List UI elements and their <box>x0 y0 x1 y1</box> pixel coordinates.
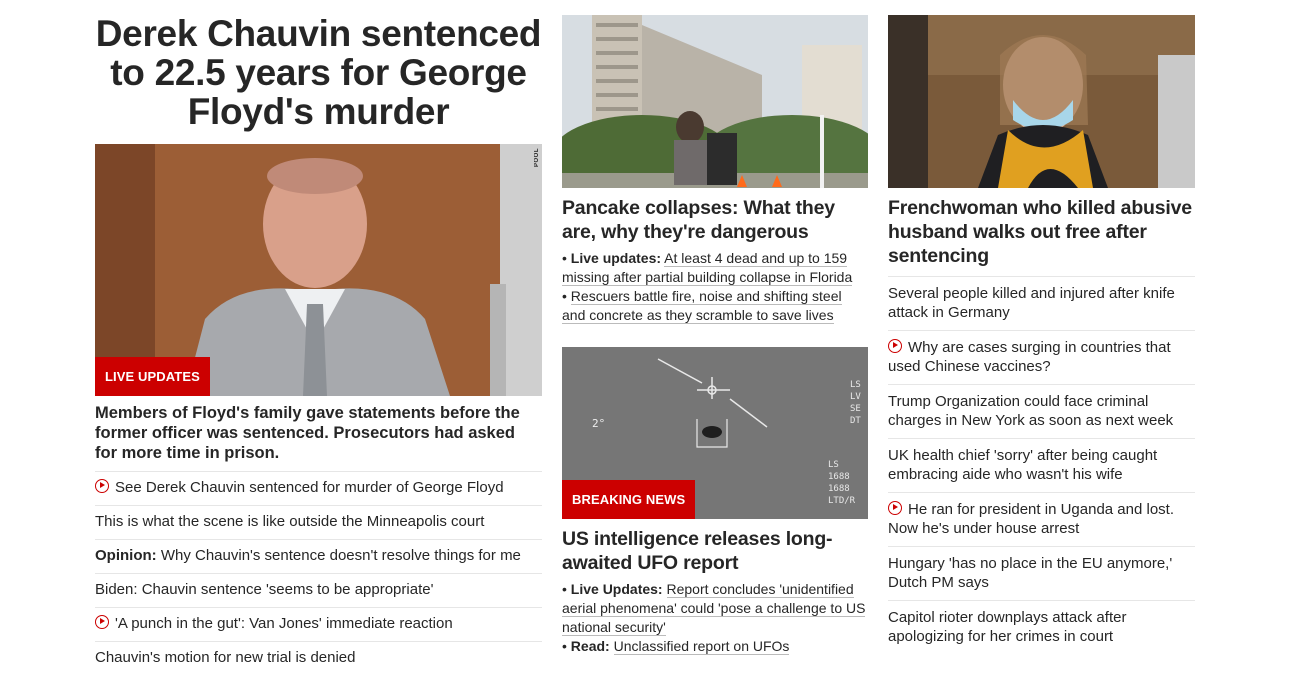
play-video-icon <box>888 501 902 515</box>
play-video-icon <box>95 479 109 493</box>
list-item[interactable]: UK health chief 'sorry' after being caug… <box>888 439 1195 493</box>
link-prefix: Opinion: <box>95 547 157 564</box>
link-text[interactable]: Hungary 'has no place in the EU anymore,… <box>888 555 1172 591</box>
svg-text:LS: LS <box>828 460 839 470</box>
bullet-prefix: Live Updates: <box>570 581 663 597</box>
link-text[interactable]: Why are cases surging in countries that … <box>888 339 1171 375</box>
play-video-icon <box>95 615 109 629</box>
link-text[interactable]: This is what the scene is like outside t… <box>95 513 484 530</box>
frenchwoman-photo-illustration <box>888 15 1195 188</box>
list-item[interactable]: • Live Updates: Report concludes 'uniden… <box>562 580 868 637</box>
lead-headline[interactable]: Derek Chauvin sentenced to 22.5 years fo… <box>95 14 542 131</box>
list-item[interactable]: Capitol rioter downplays attack after ap… <box>888 601 1195 654</box>
right-related-links: Several people killed and injured after … <box>888 276 1195 654</box>
list-item[interactable]: Chauvin's motion for new trial is denied <box>95 642 542 675</box>
link-text[interactable]: Capitol rioter downplays attack after ap… <box>888 609 1126 645</box>
list-item[interactable]: Why are cases surging in countries that … <box>888 331 1195 385</box>
svg-text:DT: DT <box>850 416 861 426</box>
svg-text:1688: 1688 <box>828 472 850 482</box>
middle-stories-column: Pancake collapses: What they are, why th… <box>562 0 868 656</box>
bullet-prefix: Read: <box>570 638 610 654</box>
breaking-news-badge[interactable]: BREAKING NEWS <box>562 480 696 519</box>
play-video-icon <box>888 339 902 353</box>
photo-credit: POOL <box>534 148 540 168</box>
list-item[interactable]: Hungary 'has no place in the EU anymore,… <box>888 547 1195 601</box>
link-text[interactable]: 'A punch in the gut': Van Jones' immedia… <box>115 615 453 632</box>
list-item[interactable]: • Live updates: At least 4 dead and up t… <box>562 249 868 287</box>
list-item[interactable]: Trump Organization could face criminal c… <box>888 385 1195 439</box>
frenchwoman-headline[interactable]: Frenchwoman who killed abusive husband w… <box>888 196 1195 268</box>
link-text[interactable]: Why Chauvin's sentence doesn't resolve t… <box>161 547 521 564</box>
link-text[interactable]: Trump Organization could face criminal c… <box>888 393 1173 429</box>
ufo-bullets: • Live Updates: Report concludes 'uniden… <box>562 580 868 656</box>
list-item[interactable]: • Read: Unclassified report on UFOs <box>562 637 868 656</box>
building-collapse-photo-illustration <box>562 15 868 188</box>
ufo-headline[interactable]: US intelligence releases long-awaited UF… <box>562 527 868 575</box>
list-item[interactable]: Biden: Chauvin sentence 'seems to be app… <box>95 574 542 608</box>
svg-text:LS: LS <box>850 380 861 390</box>
bullet-link[interactable]: Unclassified report on UFOs <box>613 638 790 655</box>
collapse-bullets: • Live updates: At least 4 dead and up t… <box>562 249 868 325</box>
svg-text:LTD/R: LTD/R <box>828 496 856 506</box>
link-text[interactable]: Several people killed and injured after … <box>888 285 1175 321</box>
lead-story-column: Derek Chauvin sentenced to 22.5 years fo… <box>95 0 542 675</box>
list-item[interactable]: See Derek Chauvin sentenced for murder o… <box>95 472 542 506</box>
bullet-link[interactable]: Rescuers battle fire, noise and shifting… <box>562 288 842 324</box>
list-item[interactable]: • Rescuers battle fire, noise and shifti… <box>562 287 868 325</box>
link-text[interactable]: Chauvin's motion for new trial is denied <box>95 649 356 666</box>
ufo-overlay-readout: 2° <box>592 417 606 430</box>
list-item[interactable]: This is what the scene is like outside t… <box>95 506 542 540</box>
live-updates-badge[interactable]: LIVE UPDATES <box>95 357 210 396</box>
svg-text:SE: SE <box>850 404 861 414</box>
lead-story-image[interactable]: POOL LIVE UPDATES <box>95 144 542 396</box>
list-item[interactable]: Opinion: Why Chauvin's sentence doesn't … <box>95 540 542 574</box>
collapse-headline[interactable]: Pancake collapses: What they are, why th… <box>562 196 868 244</box>
link-text[interactable]: Biden: Chauvin sentence 'seems to be app… <box>95 581 433 598</box>
collapse-story-image[interactable] <box>562 15 868 188</box>
ufo-story-image[interactable]: LS 1688 1688 LTD/R LS LV SE DT 2° BREAKING NEWS <box>562 347 868 519</box>
right-stories-column: Frenchwoman who killed abusive husband w… <box>888 0 1195 654</box>
lead-subheadline[interactable]: Members of Floyd's family gave statement… <box>95 403 542 463</box>
link-text[interactable]: See Derek Chauvin sentenced for murder o… <box>115 479 504 496</box>
svg-text:LV: LV <box>850 392 861 402</box>
svg-text:1688: 1688 <box>828 484 850 494</box>
list-item[interactable]: Several people killed and injured after … <box>888 277 1195 331</box>
list-item[interactable]: 'A punch in the gut': Van Jones' immedia… <box>95 608 542 642</box>
link-text[interactable]: He ran for president in Uganda and lost.… <box>888 501 1174 537</box>
bullet-prefix: Live updates: <box>570 250 662 266</box>
list-item[interactable]: He ran for president in Uganda and lost.… <box>888 493 1195 547</box>
frenchwoman-story-image[interactable] <box>888 15 1195 188</box>
link-text[interactable]: UK health chief 'sorry' after being caug… <box>888 447 1157 483</box>
lead-related-links: See Derek Chauvin sentenced for murder o… <box>95 471 542 675</box>
